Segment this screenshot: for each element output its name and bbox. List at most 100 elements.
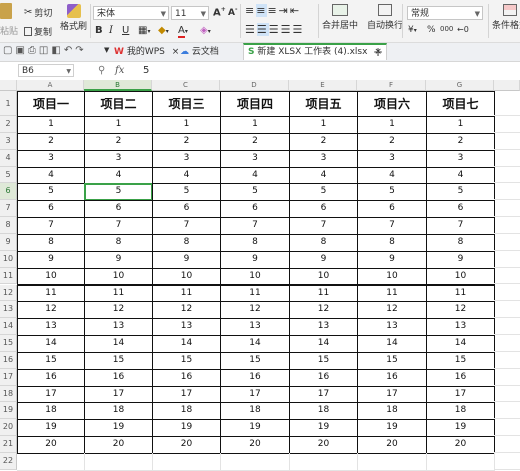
data-cell-h18[interactable] — [494, 386, 520, 403]
data-cell-b2[interactable]: 1 — [84, 116, 153, 134]
data-cell-f14[interactable]: 13 — [357, 318, 427, 337]
header-cell-d[interactable]: 项目四 — [220, 91, 290, 117]
data-cell-g2[interactable]: 1 — [426, 116, 495, 134]
data-cell-h7[interactable] — [494, 200, 520, 218]
data-cell-g16[interactable]: 15 — [426, 351, 495, 370]
data-cell-c7[interactable]: 6 — [152, 200, 221, 219]
tab-workbook[interactable]: S 新建 XLSX 工作表 (4).xlsx × — [243, 43, 387, 60]
row-header-1[interactable]: 1 — [0, 91, 17, 116]
percent-button[interactable]: % — [427, 25, 436, 35]
column-header-d[interactable]: D — [220, 80, 289, 91]
data-cell-d9[interactable]: 8 — [220, 233, 290, 252]
row-header-17[interactable]: 17 — [0, 368, 17, 386]
data-cell-h22[interactable] — [494, 453, 520, 470]
data-cell-e13[interactable]: 12 — [289, 301, 358, 320]
data-cell-c16[interactable]: 15 — [152, 351, 221, 370]
formula-input[interactable]: 5 — [143, 65, 149, 76]
data-cell-d17[interactable]: 16 — [220, 368, 290, 387]
column-header-f[interactable]: F — [357, 80, 426, 91]
data-cell-h8[interactable] — [494, 217, 520, 234]
data-cell-d3[interactable]: 2 — [220, 132, 290, 151]
font-size-select[interactable]: 11 ▼ — [171, 6, 209, 20]
fill-color-button[interactable]: ◆▾ — [158, 25, 169, 36]
data-cell-a7[interactable]: 6 — [17, 200, 85, 219]
bold-button[interactable]: B — [95, 25, 103, 36]
data-cell-a12[interactable]: 11 — [17, 284, 85, 303]
data-cell-b14[interactable]: 13 — [84, 318, 153, 337]
data-cell-d6[interactable]: 5 — [220, 183, 290, 202]
data-cell-b19[interactable]: 18 — [84, 402, 153, 421]
data-cell-g4[interactable]: 3 — [426, 149, 495, 168]
row-header-21[interactable]: 21 — [0, 436, 17, 453]
data-cell-c15[interactable]: 14 — [152, 335, 221, 353]
data-cell-e21[interactable]: 20 — [289, 436, 358, 454]
data-cell-e9[interactable]: 8 — [289, 233, 358, 252]
data-cell-g12[interactable]: 11 — [426, 284, 495, 303]
data-cell-c14[interactable]: 13 — [152, 318, 221, 337]
header-cell-c[interactable]: 项目三 — [152, 91, 221, 117]
row-header-16[interactable]: 16 — [0, 351, 17, 369]
data-cell-g13[interactable]: 12 — [426, 301, 495, 320]
currency-format-button[interactable]: ¥▾ — [408, 25, 417, 35]
data-cell-e8[interactable]: 7 — [289, 217, 358, 235]
row-header-13[interactable]: 13 — [0, 301, 17, 319]
data-cell-f7[interactable]: 6 — [357, 200, 427, 219]
row-header-22[interactable]: 22 — [0, 453, 17, 470]
data-cell-b16[interactable]: 15 — [84, 351, 153, 370]
row-header-6[interactable]: 6 — [0, 183, 17, 201]
spellcheck-icon[interactable]: ◧ — [51, 45, 63, 56]
data-cell-b7[interactable]: 6 — [84, 200, 153, 219]
data-cell-f9[interactable]: 8 — [357, 233, 427, 252]
data-cell-g21[interactable]: 20 — [426, 436, 495, 454]
data-cell-e20[interactable]: 19 — [289, 419, 358, 438]
data-cell-f5[interactable]: 4 — [357, 166, 427, 185]
data-cell-g14[interactable]: 13 — [426, 318, 495, 337]
data-cell-b18[interactable]: 17 — [84, 385, 153, 404]
data-cell-g19[interactable]: 18 — [426, 402, 495, 421]
data-cell-h12[interactable] — [494, 285, 520, 302]
data-cell-d4[interactable]: 3 — [220, 149, 290, 168]
align-top-icon[interactable]: ≡ — [245, 4, 256, 17]
number-format-select[interactable]: 常规 ▼ — [407, 6, 483, 20]
data-cell-f18[interactable]: 17 — [357, 385, 427, 404]
data-cell-a5[interactable]: 4 — [17, 166, 85, 185]
data-cell-h1[interactable] — [494, 91, 520, 116]
tab-menu-chevron-icon[interactable]: ▼ — [104, 46, 109, 54]
justify-icon[interactable]: ☰ — [281, 23, 293, 36]
column-header-e[interactable]: E — [289, 80, 357, 91]
data-cell-d5[interactable]: 4 — [220, 166, 290, 185]
data-cell-c8[interactable]: 7 — [152, 217, 221, 235]
undo-icon[interactable]: ↶ — [64, 45, 75, 56]
row-header-15[interactable]: 15 — [0, 335, 17, 352]
data-cell-e5[interactable]: 4 — [289, 166, 358, 185]
data-cell-g5[interactable]: 4 — [426, 166, 495, 185]
data-cell-e10[interactable]: 9 — [289, 250, 358, 269]
data-cell-a19[interactable]: 18 — [17, 402, 85, 421]
data-cell-a6[interactable]: 5 — [17, 183, 85, 202]
data-cell-h13[interactable] — [494, 301, 520, 319]
new-tab-button[interactable]: + — [373, 44, 383, 60]
data-cell-c12[interactable]: 11 — [152, 284, 221, 303]
comma-style-button[interactable]: 000 — [440, 25, 453, 33]
data-cell-c9[interactable]: 8 — [152, 233, 221, 252]
distribute-icon[interactable]: ☰ — [293, 23, 305, 36]
data-cell-d21[interactable]: 20 — [220, 436, 290, 454]
data-cell-d7[interactable]: 6 — [220, 200, 290, 219]
data-cell-g8[interactable]: 7 — [426, 217, 495, 235]
data-cell-a2[interactable]: 1 — [17, 116, 85, 134]
function-button[interactable]: fx — [115, 65, 124, 76]
font-color-button[interactable]: A▾ — [178, 25, 188, 38]
data-cell-b8[interactable]: 7 — [84, 217, 153, 235]
row-header-14[interactable]: 14 — [0, 318, 17, 336]
align-center-icon[interactable]: ☰ — [256, 23, 269, 36]
data-cell-a9[interactable]: 8 — [17, 233, 85, 252]
data-cell-a18[interactable]: 17 — [17, 385, 85, 404]
data-cell-h5[interactable] — [494, 167, 520, 184]
row-header-10[interactable]: 10 — [0, 250, 17, 268]
data-cell-c22[interactable] — [152, 453, 221, 471]
close-icon[interactable]: × — [172, 47, 180, 57]
data-cell-h11[interactable] — [494, 268, 520, 285]
column-header-a[interactable]: A — [17, 80, 84, 91]
increase-decimal-button[interactable]: ←0 — [457, 25, 469, 34]
row-header-9[interactable]: 9 — [0, 233, 17, 251]
